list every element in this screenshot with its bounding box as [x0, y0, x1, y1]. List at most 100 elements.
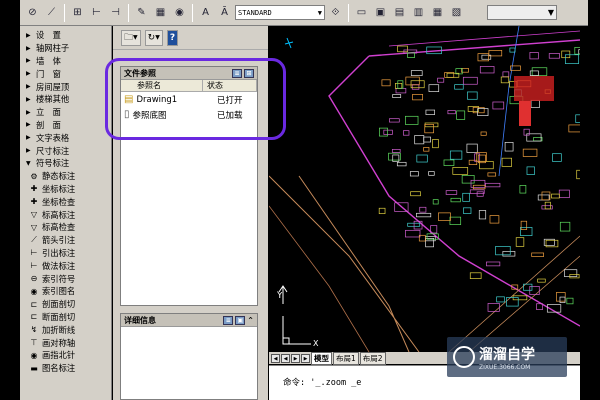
menu-item[interactable]: ▶ 剖 面: [20, 119, 111, 132]
drawing-canvas[interactable]: Y X: [269, 26, 580, 352]
submenu-item[interactable]: ▽ 标高标注: [20, 208, 111, 221]
menu-item[interactable]: ▼ 符号标注: [20, 157, 111, 170]
help-button[interactable]: ?: [166, 29, 179, 46]
preview-icon[interactable]: ▣: [235, 315, 246, 325]
layer-select[interactable]: ▼: [487, 5, 557, 20]
submenu-item[interactable]: ◉ 画指北针: [20, 349, 111, 362]
building-block: [432, 139, 439, 149]
grid-toggle-icon[interactable]: ▦: [152, 4, 169, 21]
arrow-icon: ▶: [26, 147, 31, 155]
menu-item[interactable]: ▶ 墙 体: [20, 55, 111, 68]
building-block: [396, 161, 407, 167]
submenu-item-label: 画对称轴: [42, 337, 76, 348]
tile5-icon[interactable]: ▧: [448, 4, 465, 21]
column-header-status[interactable]: 状态: [203, 80, 257, 91]
menu-main-list: ▶ 设 置 ▶ 轴网柱子 ▶ 墙 体 ▶ 门 窗 ▶ 房间屋顶 ▶ 楼梯其他 ▶ 立 面 ▶ 剖 面 ▶ 文字表格…: [20, 29, 111, 170]
submenu-item[interactable]: ↯ 加折断线: [20, 323, 111, 336]
building-block: [410, 191, 421, 197]
building-block: [559, 221, 571, 232]
collapse-icon[interactable]: ⌃: [247, 316, 254, 325]
building-block: [504, 142, 514, 152]
building-block: [447, 110, 456, 115]
menu-item[interactable]: ▶ 门 窗: [20, 67, 111, 80]
menu-item[interactable]: ▶ 楼梯其他: [20, 93, 111, 106]
text-edit-icon[interactable]: Ā: [216, 4, 233, 21]
building-block: [500, 76, 510, 84]
dimension-icon[interactable]: ⟋: [43, 4, 60, 21]
building-block: [409, 171, 419, 177]
xref-status: 已打开: [217, 95, 243, 106]
arrow-icon: ▶: [26, 70, 31, 78]
building-block: [410, 80, 425, 89]
submenu-item[interactable]: ⊏ 剖面剖切: [20, 298, 111, 311]
building-block: [383, 129, 393, 135]
list-view-icon[interactable]: ≡: [232, 68, 242, 78]
building-block: [405, 115, 419, 125]
submenu-item[interactable]: ▬ 图名标注: [20, 362, 111, 375]
style-icon[interactable]: ⟐: [327, 4, 344, 21]
building-block: [496, 296, 505, 303]
arrow-icon: ▶: [26, 57, 31, 65]
last-tab-button[interactable]: ▶: [301, 353, 310, 363]
building-block: [489, 215, 500, 224]
submenu-item-label: 箭头引注: [42, 235, 76, 246]
submenu-item[interactable]: ⚙ 静态标注: [20, 170, 111, 183]
menu-item[interactable]: ▶ 尺寸标注: [20, 144, 111, 157]
tile-icon[interactable]: ▣: [372, 4, 389, 21]
column-header-name[interactable]: 参照名: [121, 80, 203, 91]
svg-text:Y: Y: [276, 291, 283, 301]
xref-row[interactable]: ▤ Drawing1 已打开: [121, 92, 257, 107]
tile3-icon[interactable]: ▥: [410, 4, 427, 21]
xref-table-header: 参照名 状态: [121, 80, 257, 92]
watermark-name: 溜溜自学: [479, 346, 535, 363]
text-style-select[interactable]: STANDARD ▼: [235, 5, 325, 20]
refresh-dropdown-button[interactable]: ↻ ▼: [144, 29, 163, 46]
menu-item[interactable]: ▶ 轴网柱子: [20, 42, 111, 55]
tab-layout2[interactable]: 布局2: [359, 351, 386, 365]
target-icon[interactable]: ◉: [171, 4, 188, 21]
text-a-icon[interactable]: A: [197, 4, 214, 21]
window-icon[interactable]: ▭: [353, 4, 370, 21]
tab-model[interactable]: 模型: [311, 351, 332, 365]
submenu-item[interactable]: ⊢ 引出标注: [20, 247, 111, 260]
submenu-icon: ⊏: [30, 312, 38, 322]
submenu-item[interactable]: ⊤ 画对称轴: [20, 336, 111, 349]
building-block: [392, 154, 400, 162]
file-references-header: 文件参照 ≡ ⊞: [121, 67, 257, 80]
snap-icon[interactable]: ✎: [133, 4, 150, 21]
submenu-item[interactable]: ⊢ 做法标注: [20, 259, 111, 272]
properties-icon[interactable]: ≡: [223, 315, 234, 325]
tile2-icon[interactable]: ▤: [391, 4, 408, 21]
watermark: 溜溜自学 ZIXUE.3066.COM: [447, 337, 567, 377]
attach-dropdown-button[interactable]: 🗀 ▼: [121, 29, 141, 46]
submenu-item[interactable]: ▽ 标高检查: [20, 221, 111, 234]
command-text: 命令: '_.zoom _e: [283, 378, 362, 388]
submenu-item[interactable]: ◉ 索引图名: [20, 285, 111, 298]
submenu-item-label: 坐标检查: [42, 196, 76, 207]
tab-layout1[interactable]: 布局1: [333, 351, 359, 365]
building-block: [432, 199, 439, 205]
menu-item[interactable]: ▶ 设 置: [20, 29, 111, 42]
grid-icon[interactable]: ⊢: [88, 4, 105, 21]
next-tab-button[interactable]: ▶: [291, 353, 300, 363]
xref-row[interactable]: ▯ 参照底图 已加载: [121, 107, 257, 122]
submenu-item[interactable]: ⟋ 箭头引注: [20, 234, 111, 247]
menu-item[interactable]: ▶ 房间屋顶: [20, 80, 111, 93]
menu-item[interactable]: ▶ 立 面: [20, 106, 111, 119]
first-tab-button[interactable]: ◀: [271, 353, 280, 363]
svg-text:X: X: [313, 339, 319, 348]
axis-icon[interactable]: ⊞: [69, 4, 86, 21]
prev-tab-button[interactable]: ◀: [281, 353, 290, 363]
submenu-item[interactable]: ✚ 坐标标注: [20, 183, 111, 196]
menu-item-label: 楼梯其他: [36, 94, 70, 105]
menu-item[interactable]: ▶ 文字表格: [20, 131, 111, 144]
tile4-icon[interactable]: ▦: [429, 4, 446, 21]
submenu-item[interactable]: ✚ 坐标检查: [20, 195, 111, 208]
arrow-icon: ▶: [26, 31, 31, 39]
column-icon[interactable]: ⊣: [107, 4, 124, 21]
building-block: [541, 191, 551, 201]
submenu-item[interactable]: ⊏ 断面剖切: [20, 311, 111, 324]
submenu-item[interactable]: ⊖ 索引符号: [20, 272, 111, 285]
no-entry-icon[interactable]: ⊘: [24, 4, 41, 21]
tree-view-icon[interactable]: ⊞: [244, 68, 254, 78]
